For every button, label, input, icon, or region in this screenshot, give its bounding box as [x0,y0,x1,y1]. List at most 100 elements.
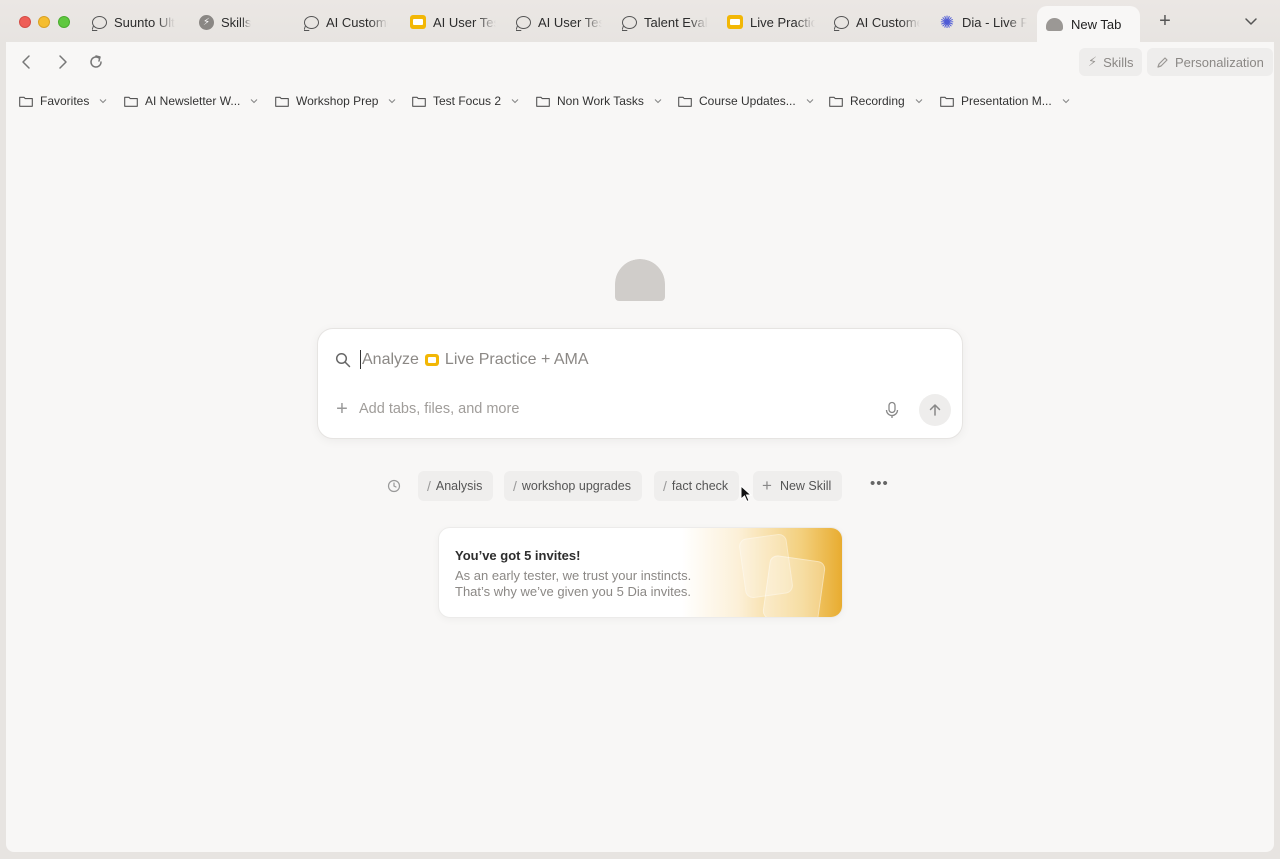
arrow-up-icon [929,404,941,416]
chevron-down-icon[interactable] [1243,13,1259,29]
search-context: Live Practice + AMA [444,350,589,368]
bookmark-label: Recording [850,94,905,108]
tab-ai-user-test-1[interactable]: AI User Tes [410,8,496,36]
slash-icon: / [427,478,431,494]
microphone-icon[interactable] [884,401,900,419]
tab-label: AI Custome [856,14,920,30]
minimize-window-button[interactable] [38,16,50,28]
back-icon[interactable] [17,52,37,72]
reload-icon[interactable] [86,52,106,72]
tab-label: Suunto Ult [114,14,175,30]
skill-chip-workshop-upgrades[interactable]: / workshop upgrades [504,471,642,501]
tab-new-tab[interactable]: New Tab [1037,6,1140,42]
page-content: ⚡ Skills Personalization Favorites AI Ne… [6,42,1274,852]
bookmark-label: Workshop Prep [296,94,379,108]
tab-label: Live Practic [750,14,815,30]
skill-label: Analysis [435,479,483,493]
skill-label: workshop upgrades [521,479,631,493]
tab-ai-customer-2[interactable]: AI Custome [834,8,920,36]
bookmark-label: Presentation M... [961,94,1052,108]
chat-bubble-icon [622,15,637,29]
bookmark-label: Favorites [40,94,90,108]
folder-icon [829,96,843,107]
folder-icon [678,96,692,107]
search-input[interactable]: Analyze Live Practice + AMA [360,350,589,369]
chat-bubble-icon [516,15,531,29]
folder-icon [19,96,33,107]
tab-ai-user-test-2[interactable]: AI User Tes [516,8,602,36]
bookmark-folder-recording[interactable]: Recording [829,92,924,110]
close-window-button[interactable] [19,16,31,28]
slides-icon [424,353,439,366]
slides-icon [410,15,426,29]
tab-skills[interactable]: ⚡ Skills [199,8,259,36]
tab-label: AI User Tes [433,14,496,30]
invite-card-illustration [682,528,842,617]
folder-icon [124,96,138,107]
tab-label: Talent Eval [644,14,708,30]
add-context-icon[interactable]: + [333,399,351,419]
tab-suunto[interactable]: Suunto Ult [92,8,178,36]
plus-icon: + [762,476,772,495]
avatar [615,259,665,301]
dia-icon: ✺ [939,12,955,32]
new-skill-label: New Skill [779,479,832,493]
folder-icon [412,96,426,107]
mouse-cursor-icon [740,485,752,503]
tab-dia-live[interactable]: ✺ Dia - Live P [939,8,1027,36]
tab-label: Skills [221,14,252,30]
skill-chip-fact-check[interactable]: / fact check [654,471,740,501]
slash-icon: / [663,478,667,494]
folder-icon [275,96,289,107]
skills-button[interactable]: ⚡ Skills [1079,48,1143,76]
slides-icon [727,15,743,29]
bookmark-folder-course-updates[interactable]: Course Updates... [678,92,815,110]
send-button[interactable] [919,394,951,426]
skill-chip-analysis[interactable]: / Analysis [418,471,494,501]
invite-card[interactable]: You’ve got 5 invites! As an early tester… [438,527,843,618]
search-icon [335,352,351,368]
pen-icon [1157,56,1168,68]
chat-bubble-icon [834,15,849,29]
history-icon[interactable] [387,479,401,493]
forward-icon[interactable] [52,52,72,72]
bookmark-folder-presentation[interactable]: Presentation M... [940,92,1071,110]
new-tab-icon [1046,17,1063,31]
skills-icon: ⚡ [199,14,214,30]
bookmark-folder-workshop-prep[interactable]: Workshop Prep [275,92,397,110]
lightning-icon: ⚡ [1088,54,1098,69]
personalization-button-label: Personalization [1175,54,1264,70]
chevron-down-icon [511,99,519,104]
bookmarks-bar: Favorites AI Newsletter W... Workshop Pr… [6,84,1274,116]
tab-live-practice[interactable]: Live Practic [727,8,815,36]
more-options-icon[interactable]: ••• [870,476,888,493]
tab-label: AI User Tes [538,14,602,30]
new-skill-button[interactable]: + New Skill [753,471,843,501]
bookmark-label: Test Focus 2 [433,94,502,108]
bookmark-folder-non-work-tasks[interactable]: Non Work Tasks [536,92,663,110]
skill-label: fact check [671,479,729,493]
folder-icon [940,96,954,107]
bookmark-folder-ai-newsletter[interactable]: AI Newsletter W... [124,92,259,110]
bookmark-folder-favorites[interactable]: Favorites [19,92,108,110]
text-caret [360,350,361,369]
tab-strip: Suunto Ult ⚡ Skills AI Custome AI User T… [0,0,1280,42]
personalization-button[interactable]: Personalization [1147,48,1273,76]
tab-talent-eval[interactable]: Talent Eval [622,8,708,36]
bookmark-label: Course Updates... [699,94,796,108]
zoom-window-button[interactable] [58,16,70,28]
chat-bubble-icon [304,15,319,29]
toolbar: ⚡ Skills Personalization [6,42,1274,82]
bookmark-folder-test-focus-2[interactable]: Test Focus 2 [412,92,520,110]
tab-label: Dia - Live P [962,14,1027,30]
add-context-placeholder[interactable]: Add tabs, files, and more [359,401,519,417]
ask-box[interactable]: Analyze Live Practice + AMA + Add tabs, … [317,328,963,439]
browser-window: Suunto Ult ⚡ Skills AI Custome AI User T… [0,0,1280,859]
chevron-down-icon [389,99,396,104]
new-tab-plus-icon[interactable]: + [1156,11,1174,31]
tab-ai-customer-1[interactable]: AI Custome [304,8,388,36]
search-prefix: Analyze [362,350,419,368]
chevron-down-icon [1062,99,1070,104]
bookmark-label: Non Work Tasks [557,94,644,108]
bookmark-label: AI Newsletter W... [145,94,241,108]
